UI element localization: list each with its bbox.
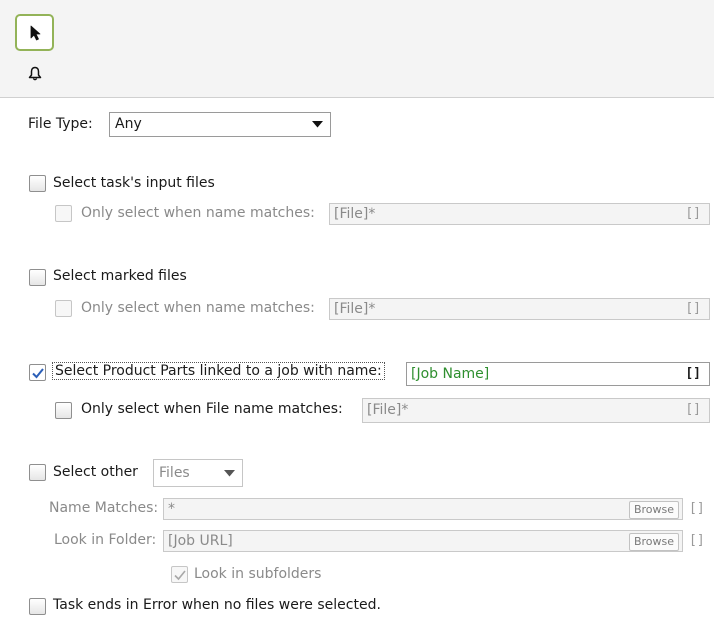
select-other-checkbox[interactable] <box>29 464 46 481</box>
file-type-label: File Type: <box>28 116 93 132</box>
look-in-subfolders-checkbox[interactable] <box>171 566 188 583</box>
marked-files-name-match-checkbox[interactable] <box>55 300 72 317</box>
product-parts-name-match-label: Only select when File name matches: <box>81 401 343 417</box>
look-in-folder-field[interactable]: [Job URL] Browse <box>163 530 683 552</box>
select-other-type-select[interactable]: Files <box>153 459 243 487</box>
variable-brackets-button[interactable]: [] <box>689 531 705 551</box>
product-parts-file-pattern-field[interactable]: [File]* [] <box>362 398 710 423</box>
variable-brackets-button[interactable]: [] <box>685 400 701 420</box>
product-parts-label: Select Product Parts linked to a job wit… <box>52 362 385 380</box>
look-in-folder-label: Look in Folder: <box>54 532 157 548</box>
chevron-down-icon <box>224 460 235 486</box>
variable-brackets-button[interactable]: [] <box>685 364 701 384</box>
input-files-checkbox[interactable] <box>29 175 46 192</box>
marked-files-name-pattern-value: [File]* <box>334 301 376 317</box>
error-when-empty-label: Task ends in Error when no files were se… <box>53 597 381 613</box>
look-in-subfolders-label: Look in subfolders <box>194 566 322 582</box>
look-in-folder-browse-button[interactable]: Browse <box>628 533 679 551</box>
bell-icon[interactable] <box>28 66 42 81</box>
name-matches-field[interactable]: * Browse <box>163 498 683 520</box>
pointer-arrow-icon <box>30 25 41 41</box>
variable-brackets-button[interactable]: [] <box>689 499 705 519</box>
select-other-type-value: Files <box>159 465 190 481</box>
variable-brackets-button[interactable]: [] <box>685 204 701 224</box>
error-when-empty-checkbox[interactable] <box>29 598 46 615</box>
job-name-value: [Job Name] <box>411 366 490 382</box>
checkmark-icon <box>174 570 186 581</box>
marked-files-label: Select marked files <box>53 268 187 284</box>
name-matches-label: Name Matches: <box>49 500 159 516</box>
input-files-name-pattern-field[interactable]: [File]* [] <box>329 203 710 225</box>
input-files-name-pattern-value: [File]* <box>334 206 376 222</box>
marked-files-name-match-label: Only select when name matches: <box>81 300 315 316</box>
name-matches-value: * <box>168 501 175 517</box>
file-type-value: Any <box>115 116 142 132</box>
input-files-label: Select task's input files <box>53 175 215 191</box>
select-other-label: Select other <box>53 464 138 480</box>
look-in-folder-value: [Job URL] <box>168 533 233 549</box>
file-type-select[interactable]: Any <box>109 112 331 137</box>
tool-panel <box>0 0 714 98</box>
checkmark-icon <box>32 368 44 379</box>
chevron-down-icon <box>312 113 323 136</box>
product-parts-checkbox[interactable] <box>29 364 46 381</box>
marked-files-name-pattern-field[interactable]: [File]* [] <box>329 298 710 320</box>
pointer-tool-button[interactable] <box>15 14 54 51</box>
input-files-name-match-label: Only select when name matches: <box>81 205 315 221</box>
product-parts-name-match-checkbox[interactable] <box>55 402 72 419</box>
input-files-name-match-checkbox[interactable] <box>55 205 72 222</box>
product-parts-file-pattern-value: [File]* <box>367 402 409 418</box>
variable-brackets-button[interactable]: [] <box>685 299 701 319</box>
marked-files-checkbox[interactable] <box>29 269 46 286</box>
name-matches-browse-button[interactable]: Browse <box>628 501 679 519</box>
job-name-field[interactable]: [Job Name] [] <box>406 362 710 386</box>
